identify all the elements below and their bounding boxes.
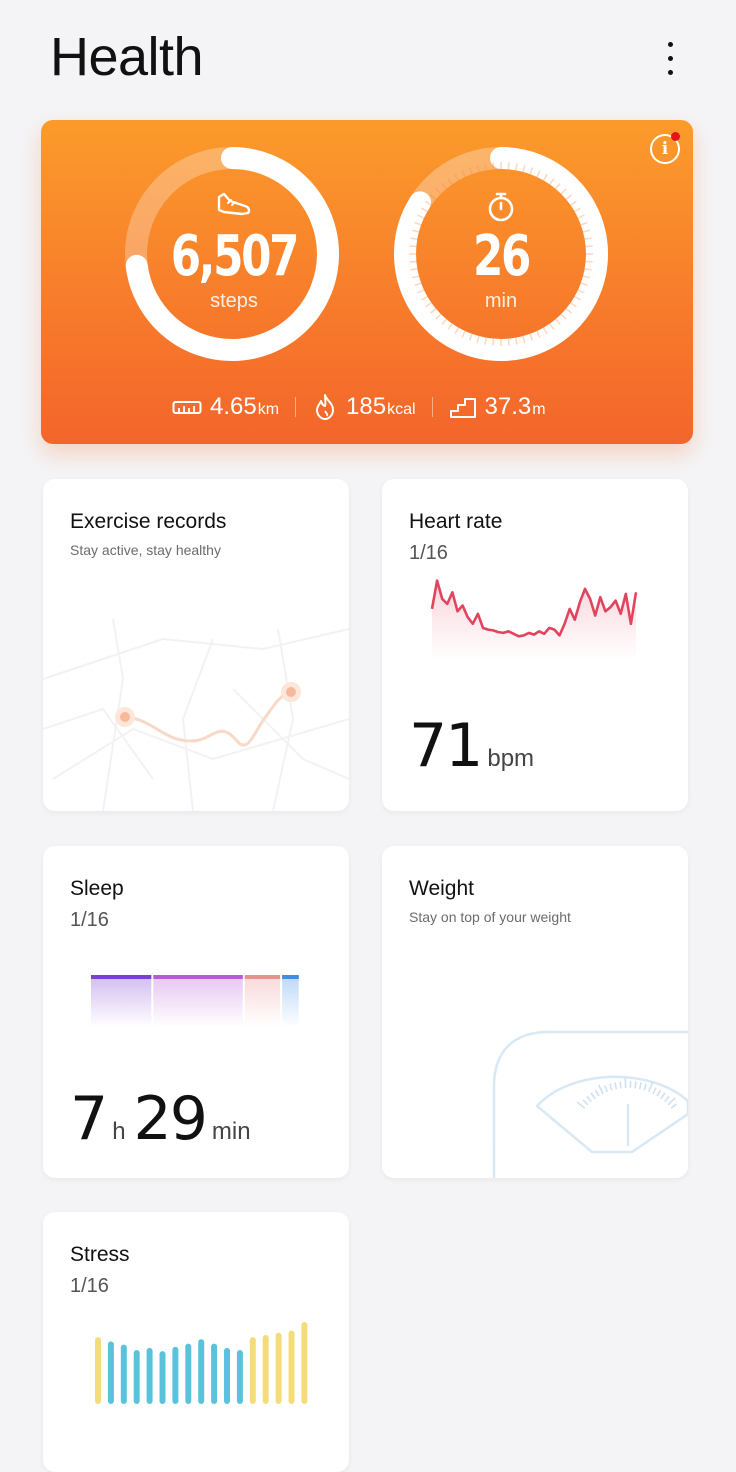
stress-bar [288, 1330, 295, 1404]
shoe-icon [124, 190, 344, 226]
weight-card[interactable]: Weight Stay on top of your weight [382, 846, 688, 1178]
scale-tick [660, 1092, 666, 1100]
scale-tick [619, 1081, 622, 1089]
stress-bar [120, 1344, 127, 1404]
stress-bar [262, 1334, 269, 1404]
scale-tick [634, 1081, 637, 1089]
heart-rate-value: 71 [409, 711, 483, 781]
steps-value: 6,507 [170, 224, 300, 289]
stress-bar [275, 1332, 282, 1404]
stress-levels-chart [95, 1322, 308, 1404]
scale-tick [643, 1083, 647, 1091]
distance-unit: km [257, 401, 280, 418]
heart-rate-unit: bpm [487, 745, 535, 772]
stress-bar [146, 1347, 153, 1404]
stress-bar [159, 1351, 166, 1404]
scale-tick [667, 1097, 676, 1106]
calories-unit: kcal [387, 401, 416, 418]
sleep-stage-awake-fill [282, 975, 299, 1027]
stopwatch-icon [391, 190, 611, 226]
sleep-stage-deep-fill [91, 975, 152, 1027]
time-ring-tick [492, 162, 495, 171]
stress-bar [107, 1341, 114, 1404]
steps-summary: 6,507 steps [124, 190, 344, 313]
scale-tick [604, 1085, 609, 1093]
heart-rate-card[interactable]: Heart rate 1/16 71 bpm [382, 479, 688, 811]
exercise-records-card[interactable]: Exercise records Stay active, stay healt… [43, 479, 349, 811]
time-ring-tick [492, 337, 495, 346]
sleep-stage-light-fill [153, 975, 243, 1027]
sleep-duration-row: 7 h 29 min [70, 1084, 259, 1154]
scale-icon [492, 1030, 688, 1178]
calories-value: 185 [346, 393, 387, 420]
steps-unit: steps [210, 290, 258, 312]
stress-bar [301, 1322, 308, 1404]
scale-tick [670, 1103, 678, 1109]
stress-bar [198, 1339, 205, 1404]
climb-stat: 37.3 m [449, 393, 546, 421]
calories-stat: 185 kcal [312, 393, 416, 421]
stress-card[interactable]: Stress 1/16 [43, 1212, 349, 1472]
scale-tick [638, 1082, 642, 1090]
sleep-stage-deep [91, 975, 152, 979]
scale-tick [656, 1089, 662, 1097]
scale-tick [590, 1092, 596, 1100]
stress-bar [236, 1350, 243, 1404]
ruler-icon [172, 401, 202, 414]
heart-rate-area [432, 580, 636, 661]
sleep-stage-light [153, 975, 243, 979]
time-ring-tick [507, 162, 510, 171]
climb-value: 37.3 [484, 393, 532, 420]
stress-bar [95, 1337, 101, 1404]
climb-unit: m [532, 401, 546, 418]
scale-tick [582, 1099, 589, 1106]
scale-tick [609, 1083, 613, 1091]
stress-bar [172, 1346, 179, 1404]
heart-rate-value-row: 71 bpm [409, 711, 542, 781]
active-time-value: 26 [472, 224, 531, 289]
flame-icon [316, 394, 335, 420]
distance-stat: 4.65 km [172, 393, 279, 421]
stress-bar [133, 1350, 140, 1404]
sleep-card[interactable]: Sleep 1/16 7 h 29 min [43, 846, 349, 1178]
scale-tick [597, 1084, 604, 1095]
scale-tick [576, 1101, 586, 1109]
sleep-minutes-value: 29 [133, 1084, 208, 1154]
stress-bar [211, 1343, 218, 1404]
time-ring-tick [507, 337, 510, 346]
distance-value: 4.65 [210, 393, 257, 420]
scale-tick [594, 1089, 600, 1097]
scale-tick [652, 1087, 657, 1095]
scale-tick [586, 1095, 593, 1103]
sleep-hours-unit: h [112, 1118, 126, 1145]
stress-bar [249, 1337, 256, 1404]
activity-stats: 4.65 km 185 kcal 37.3 m [172, 390, 546, 424]
route-map-illustration [43, 618, 349, 811]
scale-tick [663, 1095, 670, 1103]
scale-tick [647, 1082, 654, 1093]
sleep-stage-rem-fill [244, 975, 281, 1027]
stat-divider [295, 397, 297, 417]
sleep-stage-rem [244, 975, 281, 979]
sleep-minutes-unit: min [211, 1118, 251, 1145]
notification-dot [671, 132, 680, 141]
sleep-stage-awake [282, 975, 299, 979]
scale-tick [614, 1082, 618, 1090]
active-time-unit: min [484, 290, 518, 312]
active-time-summary: 26 min [391, 190, 611, 313]
stress-bar [185, 1343, 192, 1404]
stat-divider [431, 397, 433, 417]
stairs-icon [449, 398, 476, 418]
sleep-hours-value: 7 [70, 1084, 108, 1154]
stress-bar [224, 1347, 230, 1404]
